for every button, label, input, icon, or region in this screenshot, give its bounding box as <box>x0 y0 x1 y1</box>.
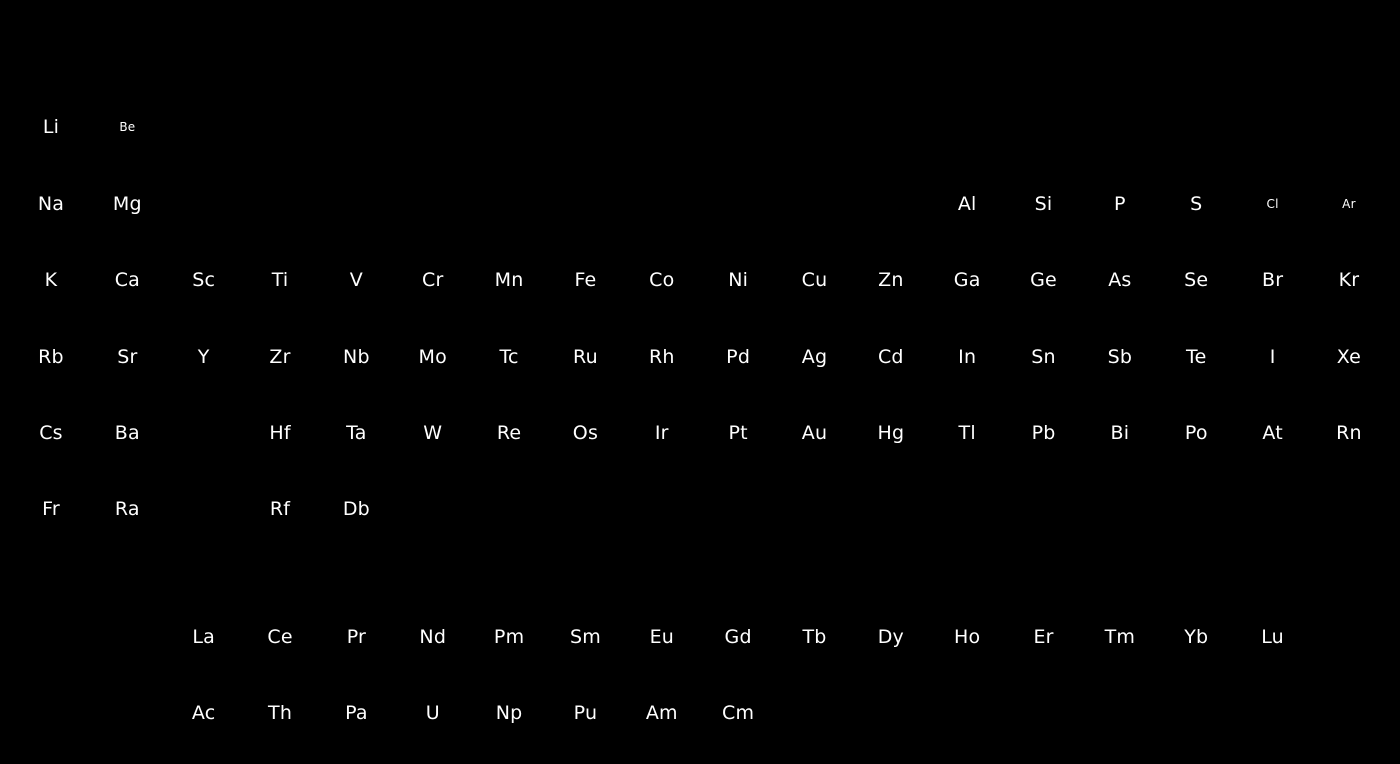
element-pr[interactable]: Pr <box>318 617 394 657</box>
element-ba[interactable]: Ba <box>89 413 165 453</box>
element-mg[interactable]: Mg <box>89 184 165 224</box>
element-ru[interactable]: Ru <box>547 337 623 377</box>
element-cl[interactable]: Cl <box>1235 184 1311 224</box>
element-re[interactable]: Re <box>471 413 547 453</box>
element-pa[interactable]: Pa <box>318 693 394 733</box>
element-ar[interactable]: Ar <box>1311 184 1387 224</box>
element-ga[interactable]: Ga <box>929 260 1005 300</box>
element-as[interactable]: As <box>1082 260 1158 300</box>
element-na[interactable]: Na <box>13 184 89 224</box>
element-s[interactable]: S <box>1158 184 1234 224</box>
element-br[interactable]: Br <box>1235 260 1311 300</box>
element-la[interactable]: La <box>166 617 242 657</box>
element-sr[interactable]: Sr <box>89 337 165 377</box>
element-er[interactable]: Er <box>1006 617 1082 657</box>
element-u[interactable]: U <box>395 693 471 733</box>
element-ag[interactable]: Ag <box>777 337 853 377</box>
element-k[interactable]: K <box>13 260 89 300</box>
element-rb[interactable]: Rb <box>13 337 89 377</box>
element-si[interactable]: Si <box>1006 184 1082 224</box>
element-pt[interactable]: Pt <box>700 413 776 453</box>
element-pu[interactable]: Pu <box>547 693 623 733</box>
element-bi[interactable]: Bi <box>1082 413 1158 453</box>
element-ce[interactable]: Ce <box>242 617 318 657</box>
element-ti[interactable]: Ti <box>242 260 318 300</box>
element-nb[interactable]: Nb <box>318 337 394 377</box>
element-kr[interactable]: Kr <box>1311 260 1387 300</box>
element-tc[interactable]: Tc <box>471 337 547 377</box>
element-mn[interactable]: Mn <box>471 260 547 300</box>
element-zn[interactable]: Zn <box>853 260 929 300</box>
element-os[interactable]: Os <box>547 413 623 453</box>
element-cs[interactable]: Cs <box>13 413 89 453</box>
element-at[interactable]: At <box>1235 413 1311 453</box>
element-ac[interactable]: Ac <box>166 693 242 733</box>
element-ra[interactable]: Ra <box>89 489 165 529</box>
element-tm[interactable]: Tm <box>1082 617 1158 657</box>
element-cd[interactable]: Cd <box>853 337 929 377</box>
element-pb[interactable]: Pb <box>1006 413 1082 453</box>
element-gd[interactable]: Gd <box>700 617 776 657</box>
element-tb[interactable]: Tb <box>777 617 853 657</box>
element-th[interactable]: Th <box>242 693 318 733</box>
element-np[interactable]: Np <box>471 693 547 733</box>
periodic-table: Li Be Na Mg Al Si P S Cl Ar K Ca Sc Ti V Cr Mn Fe Co Ni Cu Zn… <box>0 0 1400 764</box>
element-ta[interactable]: Ta <box>318 413 394 453</box>
element-ho[interactable]: Ho <box>929 617 1005 657</box>
element-sb[interactable]: Sb <box>1082 337 1158 377</box>
element-cu[interactable]: Cu <box>777 260 853 300</box>
element-sn[interactable]: Sn <box>1006 337 1082 377</box>
element-pd[interactable]: Pd <box>700 337 776 377</box>
element-lu[interactable]: Lu <box>1235 617 1311 657</box>
element-ca[interactable]: Ca <box>89 260 165 300</box>
element-cr[interactable]: Cr <box>395 260 471 300</box>
element-nd[interactable]: Nd <box>395 617 471 657</box>
element-au[interactable]: Au <box>777 413 853 453</box>
element-sc[interactable]: Sc <box>166 260 242 300</box>
element-hg[interactable]: Hg <box>853 413 929 453</box>
element-am[interactable]: Am <box>624 693 700 733</box>
element-fr[interactable]: Fr <box>13 489 89 529</box>
element-db[interactable]: Db <box>318 489 394 529</box>
element-ni[interactable]: Ni <box>700 260 776 300</box>
element-rf[interactable]: Rf <box>242 489 318 529</box>
element-mo[interactable]: Mo <box>395 337 471 377</box>
element-fe[interactable]: Fe <box>547 260 623 300</box>
element-w[interactable]: W <box>395 413 471 453</box>
element-sm[interactable]: Sm <box>547 617 623 657</box>
element-li[interactable]: Li <box>13 107 89 147</box>
element-v[interactable]: V <box>318 260 394 300</box>
element-p[interactable]: P <box>1082 184 1158 224</box>
element-se[interactable]: Se <box>1158 260 1234 300</box>
element-te[interactable]: Te <box>1158 337 1234 377</box>
element-hf[interactable]: Hf <box>242 413 318 453</box>
element-y[interactable]: Y <box>166 337 242 377</box>
element-po[interactable]: Po <box>1158 413 1234 453</box>
element-pm[interactable]: Pm <box>471 617 547 657</box>
element-in[interactable]: In <box>929 337 1005 377</box>
element-i[interactable]: I <box>1235 337 1311 377</box>
element-ir[interactable]: Ir <box>624 413 700 453</box>
element-rn[interactable]: Rn <box>1311 413 1387 453</box>
element-rh[interactable]: Rh <box>624 337 700 377</box>
element-eu[interactable]: Eu <box>624 617 700 657</box>
element-co[interactable]: Co <box>624 260 700 300</box>
element-yb[interactable]: Yb <box>1158 617 1234 657</box>
element-dy[interactable]: Dy <box>853 617 929 657</box>
element-al[interactable]: Al <box>929 184 1005 224</box>
element-ge[interactable]: Ge <box>1006 260 1082 300</box>
element-tl[interactable]: Tl <box>929 413 1005 453</box>
element-xe[interactable]: Xe <box>1311 337 1387 377</box>
element-zr[interactable]: Zr <box>242 337 318 377</box>
element-cm[interactable]: Cm <box>700 693 776 733</box>
element-be[interactable]: Be <box>89 107 165 147</box>
